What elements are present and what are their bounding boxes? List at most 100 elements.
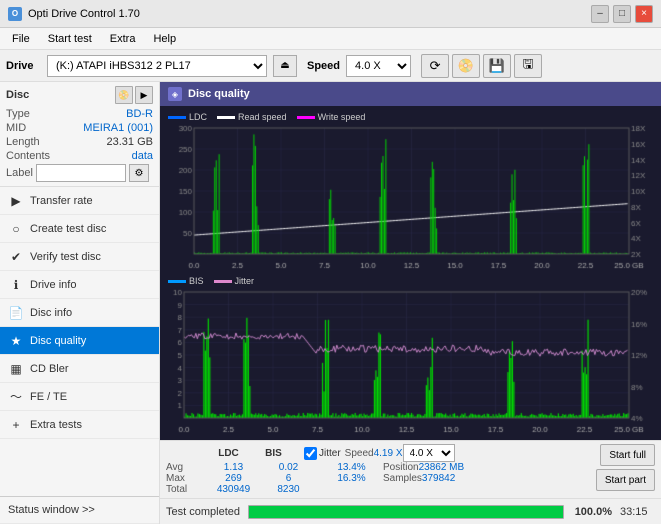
nav-drive-info[interactable]: ℹ Drive info	[0, 271, 159, 299]
stats-right-buttons: Start full Start part	[588, 444, 655, 491]
speed-select[interactable]: 4.0 X	[346, 55, 411, 77]
disc-header: Disc 📀 ▶	[6, 86, 153, 104]
nav-fe-te[interactable]: 〜 FE / TE	[0, 383, 159, 411]
jitter-legend-label: Jitter	[235, 276, 255, 286]
read-button[interactable]: 📀	[452, 54, 480, 78]
bis-color	[168, 280, 186, 283]
nav-extra-tests[interactable]: + Extra tests	[0, 411, 159, 439]
speed-select-small[interactable]: 4.0 X	[403, 444, 455, 462]
samples-value: 379842	[422, 473, 455, 484]
disc-length-row: Length 23.31 GB	[6, 136, 153, 148]
titlebar-left: O Opti Drive Control 1.70	[8, 7, 140, 21]
maximize-button[interactable]: □	[613, 5, 631, 23]
nav-extra-tests-label: Extra tests	[30, 419, 82, 431]
nav-verify-test-disc-label: Verify test disc	[30, 251, 101, 263]
write-speed-color	[297, 116, 315, 119]
stats-max-jitter: 16.3%	[324, 473, 379, 484]
charts-container: LDC Read speed Write speed	[160, 106, 661, 440]
write-speed-legend-label: Write speed	[318, 112, 366, 122]
disc-mid-value: MEIRA1 (001)	[83, 122, 153, 134]
create-test-disc-icon: ○	[8, 221, 24, 237]
transfer-rate-icon: ▶	[8, 193, 24, 209]
nav-disc-quality[interactable]: ★ Disc quality	[0, 327, 159, 355]
disc-type-row: Type BD-R	[6, 108, 153, 120]
menu-start-test[interactable]: Start test	[40, 31, 100, 47]
nav-verify-test-disc[interactable]: ✔ Verify test disc	[0, 243, 159, 271]
stats-max-ldc: 269	[206, 473, 261, 484]
bis-legend-label: BIS	[189, 276, 204, 286]
menu-file[interactable]: File	[4, 31, 38, 47]
drive-select[interactable]: (K:) ATAPI iHBS312 2 PL17	[47, 55, 267, 77]
nav-create-test-disc-label: Create test disc	[30, 223, 106, 235]
disc-contents-value: data	[132, 150, 153, 162]
write-button[interactable]: 💾	[483, 54, 511, 78]
top-chart-area: LDC Read speed Write speed	[164, 110, 657, 272]
status-window-button[interactable]: Status window >>	[0, 496, 159, 524]
jitter-checkbox[interactable]	[304, 447, 317, 460]
stats-total-row: Total 430949 8230	[166, 484, 588, 495]
disc-label-label: Label	[6, 167, 33, 179]
disc-label-button[interactable]: ⚙	[129, 164, 149, 182]
disc-contents-label: Contents	[6, 150, 50, 162]
stats-total-bis: 8230	[261, 484, 316, 495]
speed-label: Speed	[307, 60, 340, 72]
minimize-button[interactable]: –	[591, 5, 609, 23]
ldc-legend-label: LDC	[189, 112, 207, 122]
nav-create-test-disc[interactable]: ○ Create test disc	[0, 215, 159, 243]
stats-footer: LDC BIS Jitter Speed 4.19 X 4.0 X	[160, 440, 661, 498]
disc-contents-row: Contents data	[6, 150, 153, 162]
disc-quality-icon: ★	[8, 333, 24, 349]
disc-type-label: Type	[6, 108, 30, 120]
legend-write-speed: Write speed	[297, 112, 366, 122]
disc-icon-btn-2[interactable]: ▶	[135, 86, 153, 104]
stats-avg-row: Avg 1.13 0.02 13.4% Position 23862 MB	[166, 462, 588, 473]
nav-disc-info[interactable]: 📄 Disc info	[0, 299, 159, 327]
time-label: 33:15	[620, 506, 655, 518]
top-chart-legend: LDC Read speed Write speed	[164, 110, 657, 124]
disc-label-input[interactable]	[36, 164, 126, 182]
stats-avg-bis: 0.02	[261, 462, 316, 473]
drive-label: Drive	[6, 60, 41, 72]
nav-disc-quality-label: Disc quality	[30, 335, 86, 347]
stats-max-row: Max 269 6 16.3% Samples 379842	[166, 473, 588, 484]
nav-fe-te-label: FE / TE	[30, 391, 67, 403]
disc-icons: 📀 ▶	[115, 86, 153, 104]
bottom-chart-area: BIS Jitter	[164, 274, 657, 436]
statusbar: Test completed 100.0% 33:15	[160, 498, 661, 524]
position-label: Position	[383, 462, 419, 473]
stats-max-bis: 6	[261, 473, 316, 484]
disc-mid-row: MID MEIRA1 (001)	[6, 122, 153, 134]
disc-icon-btn-1[interactable]: 📀	[115, 86, 133, 104]
menu-help[interactable]: Help	[145, 31, 184, 47]
progress-fill	[249, 506, 563, 518]
speed-stat-label: Speed	[345, 448, 374, 459]
speed-stat-value: 4.19 X	[374, 448, 403, 459]
main-area: Disc 📀 ▶ Type BD-R MID MEIRA1 (001) Leng…	[0, 82, 661, 524]
close-button[interactable]: ×	[635, 5, 653, 23]
extra-tests-icon: +	[8, 417, 24, 433]
chart-header-icon: ◈	[168, 87, 182, 101]
position-value: 23862 MB	[419, 462, 465, 473]
start-part-button[interactable]: Start part	[596, 469, 655, 491]
menu-extra[interactable]: Extra	[102, 31, 144, 47]
nav-cd-bler-label: CD Bler	[30, 363, 69, 375]
verify-test-disc-icon: ✔	[8, 249, 24, 265]
legend-ldc: LDC	[168, 112, 207, 122]
spin-up-button[interactable]: ⟳	[421, 54, 449, 78]
nav-transfer-rate[interactable]: ▶ Transfer rate	[0, 187, 159, 215]
jitter-color	[214, 280, 232, 283]
eject-button[interactable]: ⏏	[273, 55, 297, 77]
app-title: Opti Drive Control 1.70	[28, 8, 140, 20]
start-full-button[interactable]: Start full	[600, 444, 655, 466]
read-speed-legend-label: Read speed	[238, 112, 287, 122]
bottom-chart-canvas	[164, 288, 657, 434]
progress-label: 100.0%	[572, 506, 612, 518]
nav-cd-bler[interactable]: ▦ CD Bler	[0, 355, 159, 383]
cd-bler-icon: ▦	[8, 361, 24, 377]
disc-label-row: Label ⚙	[6, 164, 153, 182]
drive-info-icon: ℹ	[8, 277, 24, 293]
stats-bis-header: BIS	[251, 448, 296, 459]
save-button[interactable]: 🖫	[514, 54, 542, 78]
disc-type-value: BD-R	[126, 108, 153, 120]
sidebar: Disc 📀 ▶ Type BD-R MID MEIRA1 (001) Leng…	[0, 82, 160, 524]
